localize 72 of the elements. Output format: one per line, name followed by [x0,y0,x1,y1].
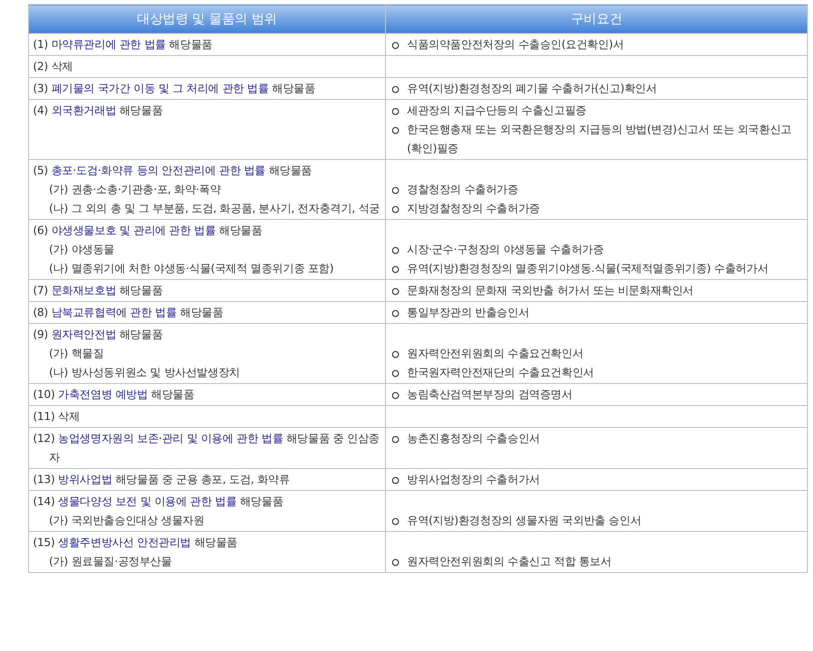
bullet-icon [392,86,399,93]
item-text: (7) 문화재보호법 해당물품 [33,283,164,299]
bullet-icon [392,436,399,443]
requirement-text: 지방경찰청장의 수출허가증 [407,201,541,217]
sub-item-text: (가) 핵물질 [48,346,105,362]
requirement-text: 경찰청장의 수출허가증 [407,182,520,198]
requirement-text: 유역(지방)환경청장의 생물자원 국외반출 승인서 [407,513,642,529]
item-text: (1) 마약류관리에 관한 법률 해당물품 [33,37,214,53]
law-link[interactable]: 총포·도검·화약류 등의 안전관리에 관한 법률 [51,164,266,177]
item-text: (13) 방위사업법 해당물품 중 군용 총포, 도검, 화약류 [33,472,291,488]
requirement-text: 세관장의 지급수단등의 수출신고필증 [407,103,588,119]
item-text: (9) 원자력안전법 해당물품 [33,327,164,343]
requirement-text: 시장·군수·구청장의 야생동물 수출허가증 [407,242,605,258]
law-link[interactable]: 문화재보호법 [51,284,116,297]
item-text: (10) 가축전염병 예방법 해당물품 [33,387,196,403]
requirement-text: 유역(지방)환경청장의 멸종위기야생동.식물(국제적멸종위기종) 수출허가서 [407,261,770,277]
item-text: (8) 남북교류협력에 관한 법률 해당물품 [33,305,224,321]
bullet-icon [392,127,399,134]
sub-item-text: (나) 멸종위기에 처한 야생동·식물(국제적 멸종위기종 포함) [48,261,335,277]
sub-item-text: (가) 국외반출승인대상 생물자원 [48,513,206,529]
requirement-text: 한국은행총재 또는 외국환은행장의 지급등의 방법(변경)신고서 또는 외국환신고(확인)필증 [407,122,792,157]
bullet-icon [392,477,399,484]
sub-item-text: (가) 원료물질·공정부산물 [48,554,173,570]
bullet-icon [392,247,399,254]
bullet-icon [392,42,399,49]
bullet-icon [392,266,399,273]
bullet-icon [392,392,399,399]
law-link[interactable]: 가축전염병 예방법 [58,388,148,401]
law-link[interactable]: 원자력안전법 [51,328,116,341]
item-text: (11) 삭제 [33,409,81,425]
bullet-icon [392,518,399,525]
item-text: (12) 농업생명자원의 보존·관리 및 이용에 관한 법률 해당물품 중 인삼종자 [33,431,380,466]
law-link[interactable]: 생활주변방사선 안전관리법 [58,536,191,549]
item-text: (6) 야생생물보호 및 관리에 관한 법률 해당물품 [33,223,264,239]
requirement-text: 원자력안전위원회의 수출요건확인서 [407,346,584,362]
requirement-text: 방위사업청장의 수출허가서 [407,472,541,488]
sub-item-text: (나) 그 외의 총 및 그 부분품, 도검, 화공품, 분사기, 전자충격기, 석궁 [48,201,381,217]
bullet-icon [392,559,399,566]
column-header: 구비요건 [386,4,808,34]
item-text: (14) 생물다양성 보전 및 이용에 관한 법률 해당물품 [33,494,284,510]
requirement-text: 원자력안전위원회의 수출신고 적합 통보서 [407,554,612,570]
requirement-text: 통일부장관의 반출승인서 [407,305,530,321]
bullet-icon [392,187,399,194]
sub-item-text: (가) 야생동물 [48,242,116,258]
law-link[interactable]: 남북교류협력에 관한 법률 [51,306,177,319]
item-text: (4) 외국환거래법 해당물품 [33,103,164,119]
requirement-text: 한국원자력안전재단의 수출요건확인서 [407,365,595,381]
requirement-text: 농촌진흥청장의 수출승인서 [407,431,541,447]
bullet-icon [392,288,399,295]
bullet-icon [392,206,399,213]
law-link[interactable]: 외국환거래법 [51,104,116,117]
law-link[interactable]: 폐기물의 국가간 이동 및 그 처리에 관한 법률 [51,82,269,95]
bullet-icon [392,108,399,115]
bullet-icon [392,370,399,377]
item-text: (2) 삭제 [33,59,74,75]
sub-item-text: (가) 권총·소총·기관총·포, 화약·폭약 [48,182,222,198]
requirement-text: 유역(지방)환경청장의 폐기물 수출허가(신고)확인서 [407,81,658,97]
column-header: 대상법령 및 물품의 범위 [28,4,386,34]
requirement-text: 농림축산검역본부장의 검역증명서 [407,387,574,403]
item-text: (15) 생활주변방사선 안전관리법 해당물품 [33,535,238,551]
requirement-text: 식품의약품안전처장의 수출승인(요건확인)서 [407,37,625,53]
bullet-icon [392,310,399,317]
bullet-icon [392,351,399,358]
law-link[interactable]: 생물다양성 보전 및 이용에 관한 법률 [58,495,237,508]
sub-item-text: (나) 방사성동위원소 및 방사선발생장치 [48,365,241,381]
law-link[interactable]: 방위사업법 [58,473,112,486]
law-link[interactable]: 야생생물보호 및 관리에 관한 법률 [51,224,216,237]
law-link[interactable]: 농업생명자원의 보존·관리 및 이용에 관한 법률 [58,432,284,445]
item-text: (5) 총포·도검·화약류 등의 안전관리에 관한 법률 해당물품 [33,163,313,179]
law-link[interactable]: 마약류관리에 관한 법률 [51,38,166,51]
requirement-text: 문화재청장의 문화재 국외반출 허가서 또는 비문화재확인서 [407,283,694,299]
item-text: (3) 폐기물의 국가간 이동 및 그 처리에 관한 법률 해당물품 [33,81,316,97]
